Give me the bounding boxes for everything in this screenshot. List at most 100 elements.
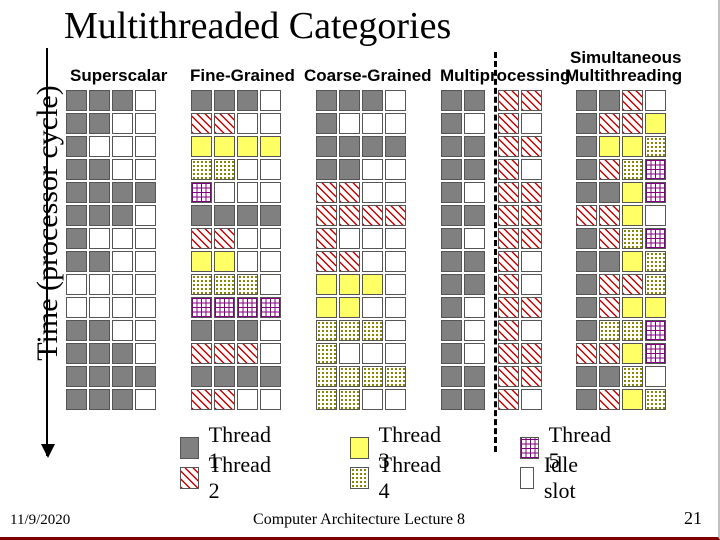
cell — [645, 274, 666, 295]
cell — [576, 251, 597, 272]
cell — [645, 182, 666, 203]
cell — [112, 90, 133, 111]
cell — [645, 136, 666, 157]
cell — [362, 136, 383, 157]
cell — [237, 228, 258, 249]
cell — [89, 274, 110, 295]
cell — [89, 228, 110, 249]
cell — [622, 389, 643, 410]
cell — [521, 90, 542, 111]
cell — [260, 182, 281, 203]
cell — [214, 205, 235, 226]
cell — [66, 90, 87, 111]
cell — [260, 251, 281, 272]
cell — [385, 205, 406, 226]
cell — [237, 113, 258, 134]
cell — [645, 251, 666, 272]
cell — [498, 274, 519, 295]
cell — [599, 297, 620, 318]
cell — [464, 297, 485, 318]
cell — [339, 90, 360, 111]
cell — [191, 136, 212, 157]
cell — [191, 113, 212, 134]
cell — [521, 113, 542, 134]
cell — [498, 136, 519, 157]
grids-area — [66, 90, 716, 440]
cell — [214, 389, 235, 410]
cell — [316, 182, 337, 203]
cell — [237, 366, 258, 387]
cell — [622, 343, 643, 364]
cell — [66, 320, 87, 341]
cell — [362, 343, 383, 364]
cell — [576, 389, 597, 410]
cell — [464, 274, 485, 295]
cell — [316, 389, 337, 410]
cell — [441, 90, 462, 111]
cell — [576, 343, 597, 364]
grid-mp_b — [498, 90, 542, 410]
cell — [316, 205, 337, 226]
cell — [135, 251, 156, 272]
cell — [599, 159, 620, 180]
cell — [498, 182, 519, 203]
cell — [576, 297, 597, 318]
cell — [112, 389, 133, 410]
cell — [214, 182, 235, 203]
cell — [441, 159, 462, 180]
cell — [316, 251, 337, 272]
cell — [191, 251, 212, 272]
cell — [385, 228, 406, 249]
cell — [576, 159, 597, 180]
cell — [622, 90, 643, 111]
cell — [260, 113, 281, 134]
cell — [464, 389, 485, 410]
cell — [498, 205, 519, 226]
cell — [362, 297, 383, 318]
cell — [385, 182, 406, 203]
cell — [464, 90, 485, 111]
cell — [260, 205, 281, 226]
cell — [191, 228, 212, 249]
grid-smt — [576, 90, 666, 410]
cell — [339, 343, 360, 364]
cell — [112, 113, 133, 134]
cell — [339, 297, 360, 318]
cell — [112, 251, 133, 272]
cell — [576, 366, 597, 387]
cell — [89, 205, 110, 226]
cell — [66, 228, 87, 249]
cell — [112, 182, 133, 203]
y-axis-label: Time (processor cycle) — [31, 8, 65, 438]
cell — [521, 251, 542, 272]
cell — [112, 366, 133, 387]
cell — [214, 297, 235, 318]
col-multiprocessing: Multiprocessing — [440, 66, 570, 86]
cell — [316, 274, 337, 295]
cell — [191, 182, 212, 203]
cell — [112, 297, 133, 318]
cell — [441, 182, 462, 203]
cell — [214, 90, 235, 111]
cell — [316, 159, 337, 180]
cell — [622, 136, 643, 157]
cell — [645, 159, 666, 180]
cell — [89, 389, 110, 410]
cell — [599, 389, 620, 410]
cell — [66, 274, 87, 295]
cell — [362, 205, 383, 226]
cell — [464, 320, 485, 341]
grid-superscalar — [66, 90, 156, 410]
cell — [339, 274, 360, 295]
cell — [521, 343, 542, 364]
cell — [622, 205, 643, 226]
cell — [464, 113, 485, 134]
cell — [135, 113, 156, 134]
footer-center: Computer Architecture Lecture 8 — [0, 511, 718, 529]
cell — [237, 343, 258, 364]
cell — [622, 274, 643, 295]
cell — [214, 251, 235, 272]
cell — [135, 297, 156, 318]
cell — [214, 113, 235, 134]
legend-thread-4: Thread 4 — [350, 452, 444, 504]
